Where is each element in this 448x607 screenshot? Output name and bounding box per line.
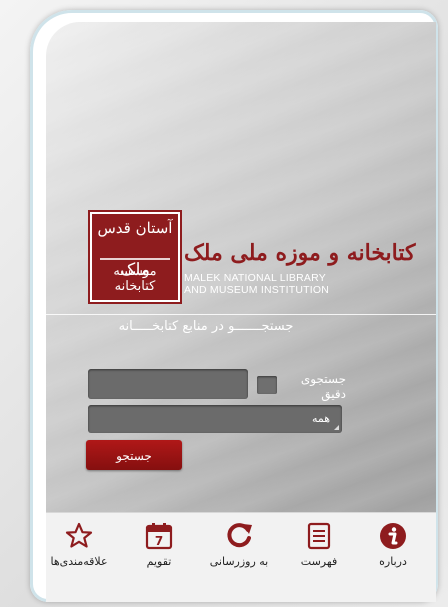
logo-title-en-line1: MALEK NATIONAL LIBRARY [184, 272, 326, 284]
exact-search-label-line2: دقیق [321, 387, 346, 401]
app-screen: آستان قدس ملک موسسه کتابخانه کتابخانه و … [46, 22, 436, 602]
search-scope-value: همه [311, 412, 330, 425]
dropdown-corner-icon [334, 425, 339, 430]
tab-calendar-label: تقویم [146, 555, 172, 568]
tab-about-label: درباره [379, 555, 407, 568]
tab-catalog-label: فهرست [300, 555, 338, 568]
tab-update[interactable]: به روزرسانی [204, 521, 274, 568]
list-icon [307, 522, 331, 550]
calendar-day-number: 7 [155, 534, 163, 548]
star-icon [65, 522, 93, 548]
bottom-tab-bar: علاقه‌مندی‌ها 7 تقویم به روزرسانی [46, 512, 436, 602]
search-scope-select[interactable]: همه [88, 405, 342, 433]
seal-bottom-text: موسسه کتابخانه [113, 264, 157, 294]
search-button[interactable]: جستجو [86, 440, 182, 470]
seal-top-text: آستان قدس [97, 219, 173, 237]
exact-search-checkbox[interactable] [257, 376, 277, 394]
search-heading: جستجـــــــو در منابع کتابخـــــانه [118, 319, 294, 334]
logo-title-en-line2: AND MUSEUM INSTITUTION [184, 284, 329, 296]
tab-calendar[interactable]: 7 تقویم [124, 521, 194, 568]
refresh-icon [227, 523, 252, 548]
tab-favorites-label: علاقه‌مندی‌ها [50, 555, 108, 568]
exact-search-label-line1: جستجوی [300, 372, 346, 386]
calendar-icon: 7 [145, 523, 173, 550]
library-seal-logo: آستان قدس ملک موسسه کتابخانه [90, 212, 180, 302]
tab-catalog[interactable]: فهرست [284, 521, 354, 568]
exact-search-label: جستجوی دقیق [286, 372, 346, 402]
logo-title-en: MALEK NATIONAL LIBRARY AND MUSEUM INSTIT… [184, 272, 329, 296]
header-divider [46, 314, 436, 315]
info-icon [380, 523, 406, 549]
logo-title-fa: کتابخانه و موزه ملی ملک [184, 240, 416, 266]
tab-update-label: به روزرسانی [209, 555, 269, 568]
search-input[interactable] [88, 369, 248, 399]
tab-about[interactable]: درباره [358, 521, 428, 568]
tab-favorites[interactable]: علاقه‌مندی‌ها [46, 521, 114, 568]
